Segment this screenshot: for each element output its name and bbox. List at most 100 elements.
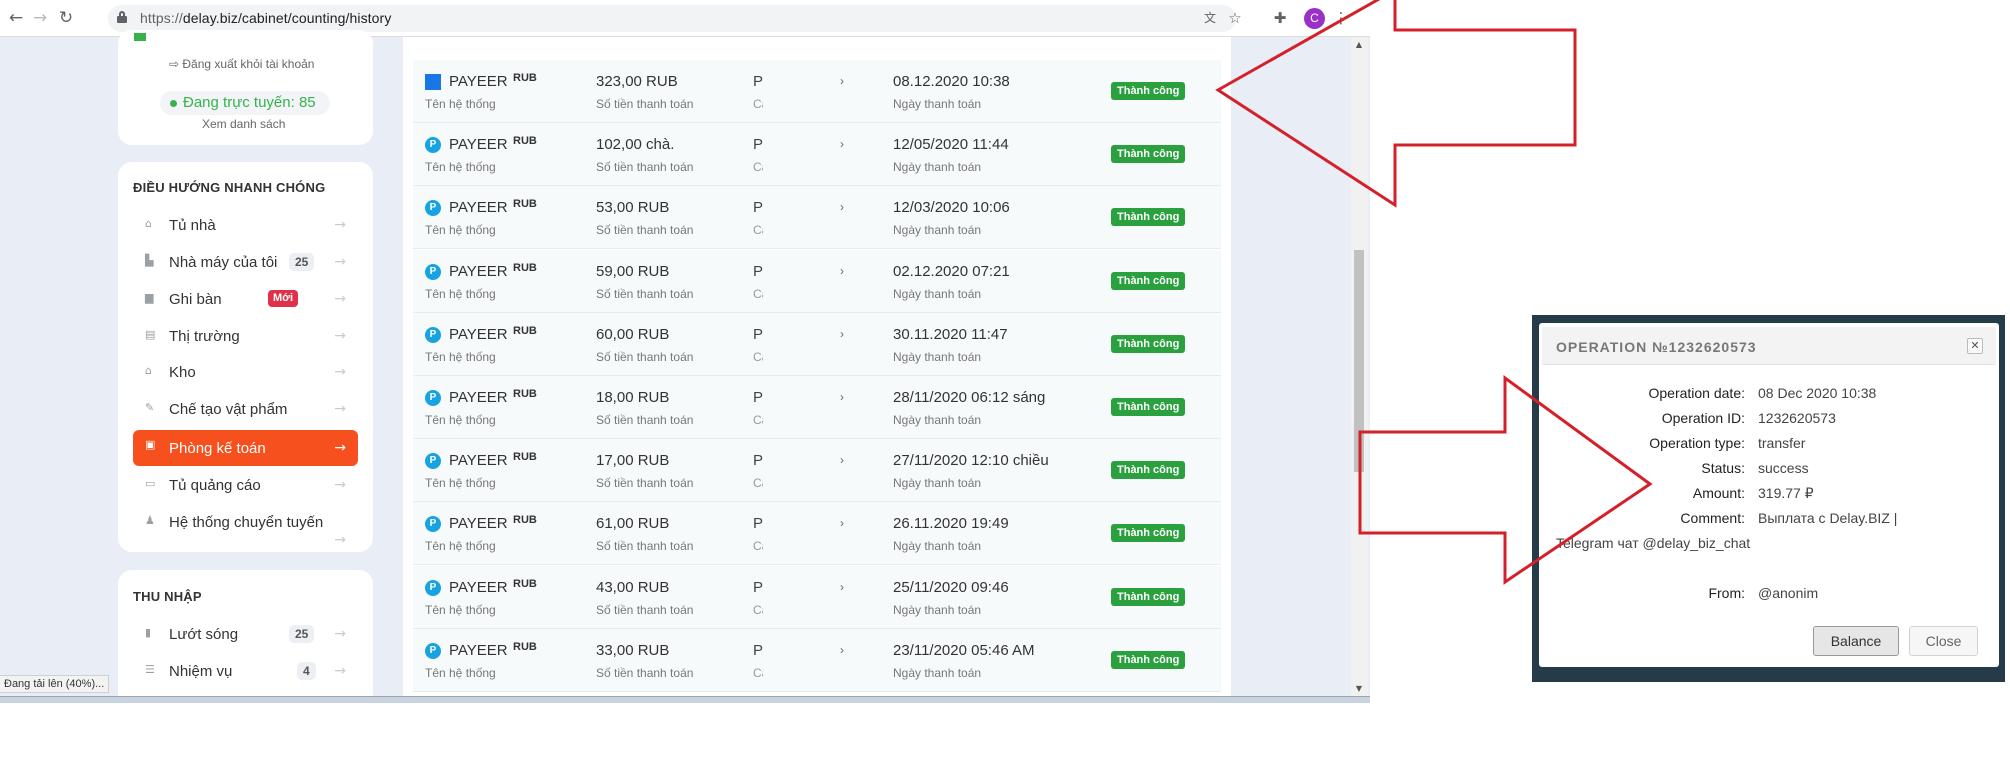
payeer-icon: P: [425, 516, 441, 532]
sidebar-item-surfing[interactable]: ▮ Lướt sóng 25 →: [133, 618, 358, 651]
field-value-comment-cont: Telegram чат @delay_biz_chat: [1556, 535, 1751, 551]
sidebar-item-score[interactable]: ▆ Ghi bàn Mới →: [133, 283, 358, 316]
sidebar-item-referral[interactable]: ♟ Hệ thống chuyển tuyến →: [133, 506, 358, 552]
table-row[interactable]: P PAYEER RUB Tên hệ thống 53,00 RUB Số tiền t…: [413, 186, 1221, 249]
reload-icon[interactable]: ↻: [56, 8, 76, 28]
count-badge: 25: [289, 625, 315, 643]
home-icon: ⌂: [145, 217, 152, 230]
close-button[interactable]: Close: [1909, 626, 1978, 656]
table-row[interactable]: P PAYEER RUB Tên hệ thống 17,00 RUB Số tiền t…: [413, 439, 1221, 502]
table-row[interactable]: P PAYEER RUB Tên hệ thống 59,00 RUB Số tiền t…: [413, 250, 1221, 313]
currency-code: RUB: [513, 198, 537, 210]
system-sub: Tên hệ thống: [425, 666, 496, 680]
back-icon[interactable]: ←: [6, 8, 26, 28]
currency-code: RUB: [513, 262, 537, 274]
amount-sub: Số tiền thanh toán: [596, 539, 694, 553]
table-row[interactable]: P PAYEER RUB Tên hệ thống 102,00 chà. Số tiền…: [413, 123, 1221, 186]
system-name: PAYEER: [449, 515, 508, 532]
screenshot: ← → ↻ https://delay.biz/cabinet/counting…: [0, 0, 2010, 768]
payment-date: 08.12.2020 10:38: [893, 73, 1010, 90]
arrow-right-icon: →: [334, 291, 346, 307]
extensions-icon[interactable]: ✚: [1270, 8, 1290, 28]
sidebar-item-label: Tủ quảng cáo: [169, 477, 261, 494]
field-value-from: @anonim: [1758, 585, 1819, 601]
system-sub: Tên hệ thống: [425, 476, 496, 490]
forward-icon[interactable]: →: [30, 8, 50, 28]
amount-sub: Số tiền thanh toán: [596, 350, 694, 364]
scroll-up-icon[interactable]: ▲: [1354, 40, 1364, 49]
amount-sub: Số tiền thanh toán: [596, 287, 694, 301]
sidebar-item-market[interactable]: ▤ Thị trường →: [133, 320, 358, 353]
sidebar-item-ads[interactable]: ▭ Tủ quảng cáo →: [133, 469, 358, 502]
table-row[interactable]: P PAYEER RUB Tên hệ thống 60,00 RUB Số tiền t…: [413, 313, 1221, 376]
p-column-sub: Cá: [753, 666, 763, 680]
currency-code: RUB: [513, 388, 537, 400]
sidebar-item-accounting[interactable]: ▣ Phòng kế toán →: [133, 430, 358, 466]
field-label-type: Operation type:: [1649, 435, 1745, 451]
sidebar-item-craft[interactable]: ✎ Chế tạo vật phẩm →: [133, 393, 358, 426]
date-sub: Ngày thanh toán: [893, 287, 982, 301]
table-row[interactable]: P PAYEER RUB Tên hệ thống 18,00 RUB Số tiền t…: [413, 376, 1221, 439]
logout-link[interactable]: ⇨ Đăng xuất khỏi tài khoản: [169, 57, 314, 71]
accounting-icon: ▣: [145, 438, 156, 451]
table-row[interactable]: PAYEER RUB Tên hệ thống 323,00 RUB Số tiền t…: [413, 60, 1221, 123]
currency-code: RUB: [513, 451, 537, 463]
p-column-sub: Cá: [753, 539, 763, 553]
system-name: PAYEER: [449, 642, 508, 659]
market-icon: ▤: [145, 328, 156, 341]
payment-date: 12/05/2020 11:44: [893, 136, 1009, 153]
payeer-icon: P: [425, 643, 441, 659]
lock-icon[interactable]: [117, 11, 127, 23]
amount-sub: Số tiền thanh toán: [596, 223, 694, 237]
payment-date: 28/11/2020 06:12 sáng: [893, 389, 1046, 406]
p-column-sub: Cá: [753, 350, 763, 364]
amount-sub: Số tiền thanh toán: [596, 160, 694, 174]
p-column-sub: Cá: [753, 603, 763, 617]
bookmark-star-icon[interactable]: ☆: [1225, 8, 1245, 28]
menu-dots-icon[interactable]: ⋮: [1331, 8, 1351, 28]
factory-icon: ▙: [145, 254, 154, 267]
status-badge: Thành công: [1111, 272, 1186, 290]
date-sub: Ngày thanh toán: [893, 666, 982, 680]
field-value-id: 1232620573: [1758, 410, 1836, 426]
field-label-from: From:: [1708, 585, 1745, 601]
currency-code: RUB: [513, 135, 537, 147]
profile-avatar[interactable]: C: [1304, 8, 1325, 29]
amount-sub: Số tiền thanh toán: [596, 413, 694, 427]
table-row[interactable]: P PAYEER RUB Tên hệ thống 43,00 RUB Số tiền t…: [413, 566, 1221, 629]
scroll-thumb[interactable]: [1354, 250, 1364, 472]
chevron-right-icon: ›: [840, 390, 844, 404]
status-badge: Thành công: [1111, 82, 1186, 100]
payeer-icon: P: [425, 200, 441, 216]
system-sub: Tên hệ thống: [425, 603, 496, 617]
balance-button[interactable]: Balance: [1813, 626, 1899, 656]
scroll-down-icon[interactable]: ▼: [1354, 684, 1364, 693]
quick-nav-title: ĐIỀU HƯỚNG NHANH CHÓNG: [133, 180, 326, 195]
sidebar-item-factory[interactable]: ▙ Nhà máy của tôi 25 →: [133, 246, 358, 279]
sidebar-item-tasks[interactable]: ☰ Nhiệm vụ 4 →: [133, 655, 358, 688]
table-row[interactable]: P PAYEER RUB Tên hệ thống 61,00 RUB Số tiền t…: [413, 502, 1221, 565]
url-text[interactable]: https://delay.biz/cabinet/counting/histo…: [140, 10, 391, 26]
sidebar-item-warehouse[interactable]: ⌂ Kho →: [133, 356, 358, 389]
field-label-id: Operation ID:: [1661, 410, 1745, 426]
date-sub: Ngày thanh toán: [893, 413, 982, 427]
translate-icon[interactable]: 文: [1200, 8, 1220, 28]
system-name: PAYEER: [449, 579, 508, 596]
field-value-comment: Выплата с Delay.BIZ |: [1758, 510, 1898, 526]
status-badge: Thành công: [1111, 588, 1186, 606]
online-status: Đang trực tuyến: 85: [183, 94, 316, 111]
amount: 60,00 RUB: [596, 326, 670, 343]
amount-sub: Số tiền thanh toán: [596, 666, 694, 680]
payeer-icon: P: [425, 327, 441, 343]
see-list-link[interactable]: Xem danh sách: [202, 117, 285, 131]
system-name: PAYEER: [449, 389, 508, 406]
payment-date: 26.11.2020 19:49: [893, 515, 1009, 532]
payment-date: 27/11/2020 12:10 chiều: [893, 452, 1049, 469]
table-row[interactable]: P PAYEER RUB Tên hệ thống 33,00 RUB Số tiền t…: [413, 629, 1221, 692]
date-sub: Ngày thanh toán: [893, 160, 982, 174]
sidebar-item-home[interactable]: ⌂ Tủ nhà →: [133, 209, 358, 242]
arrow-right-icon: →: [334, 440, 346, 456]
p-column: P: [753, 515, 764, 532]
arrow-right-icon: →: [334, 626, 346, 642]
close-icon[interactable]: ✕: [1967, 338, 1983, 354]
